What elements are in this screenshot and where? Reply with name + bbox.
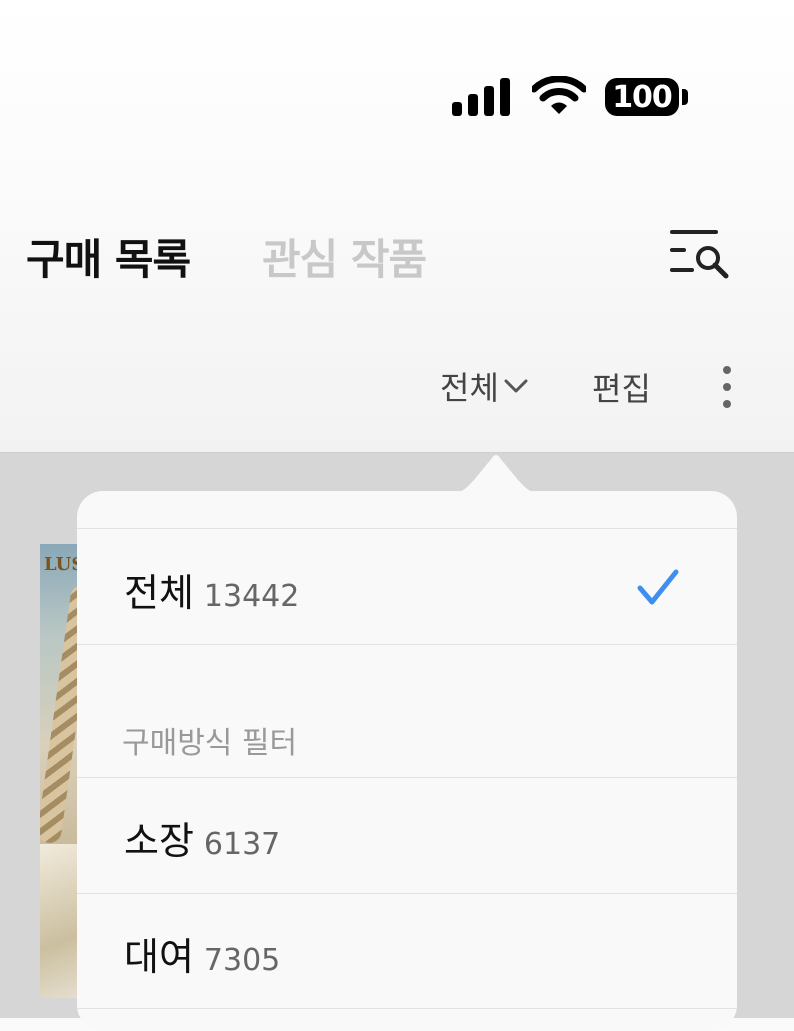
option-all-count: 13442 xyxy=(203,579,300,614)
checkmark-icon xyxy=(637,569,679,605)
divider xyxy=(77,1008,737,1009)
option-own-count: 6137 xyxy=(203,827,281,862)
popover-arrow xyxy=(448,455,544,494)
more-vertical-icon[interactable] xyxy=(716,364,738,410)
divider xyxy=(77,777,737,778)
divider xyxy=(77,893,737,894)
cellular-signal-icon xyxy=(452,78,510,116)
top-header: 100 구매 목록 관심 작품 전체 편집 xyxy=(0,0,794,453)
wifi-icon xyxy=(532,76,586,114)
tab-interest-works[interactable]: 관심 작품 xyxy=(262,226,427,287)
option-all-label: 전체 xyxy=(124,571,194,615)
filter-label: 전체 xyxy=(440,369,499,407)
option-rental[interactable]: 대여 7305 xyxy=(124,926,280,981)
divider xyxy=(77,528,737,529)
battery-icon: 100 xyxy=(605,78,679,116)
chevron-down-icon xyxy=(504,379,528,393)
option-rental-count: 7305 xyxy=(203,943,281,978)
edit-button[interactable]: 편집 xyxy=(592,364,651,410)
option-own[interactable]: 소장 6137 xyxy=(124,810,280,865)
option-own-label: 소장 xyxy=(124,819,194,863)
list-search-icon[interactable] xyxy=(668,226,730,280)
battery-tip xyxy=(682,89,688,105)
filter-dropdown-button[interactable]: 전체 xyxy=(440,364,529,408)
divider xyxy=(77,644,737,645)
option-rental-label: 대여 xyxy=(124,935,194,979)
option-all[interactable]: 전체 13442 xyxy=(124,562,299,617)
purchase-type-filter-header: 구매방식 필터 xyxy=(122,726,298,761)
tab-purchase-list[interactable]: 구매 목록 xyxy=(26,226,191,287)
battery-level: 100 xyxy=(612,79,673,115)
